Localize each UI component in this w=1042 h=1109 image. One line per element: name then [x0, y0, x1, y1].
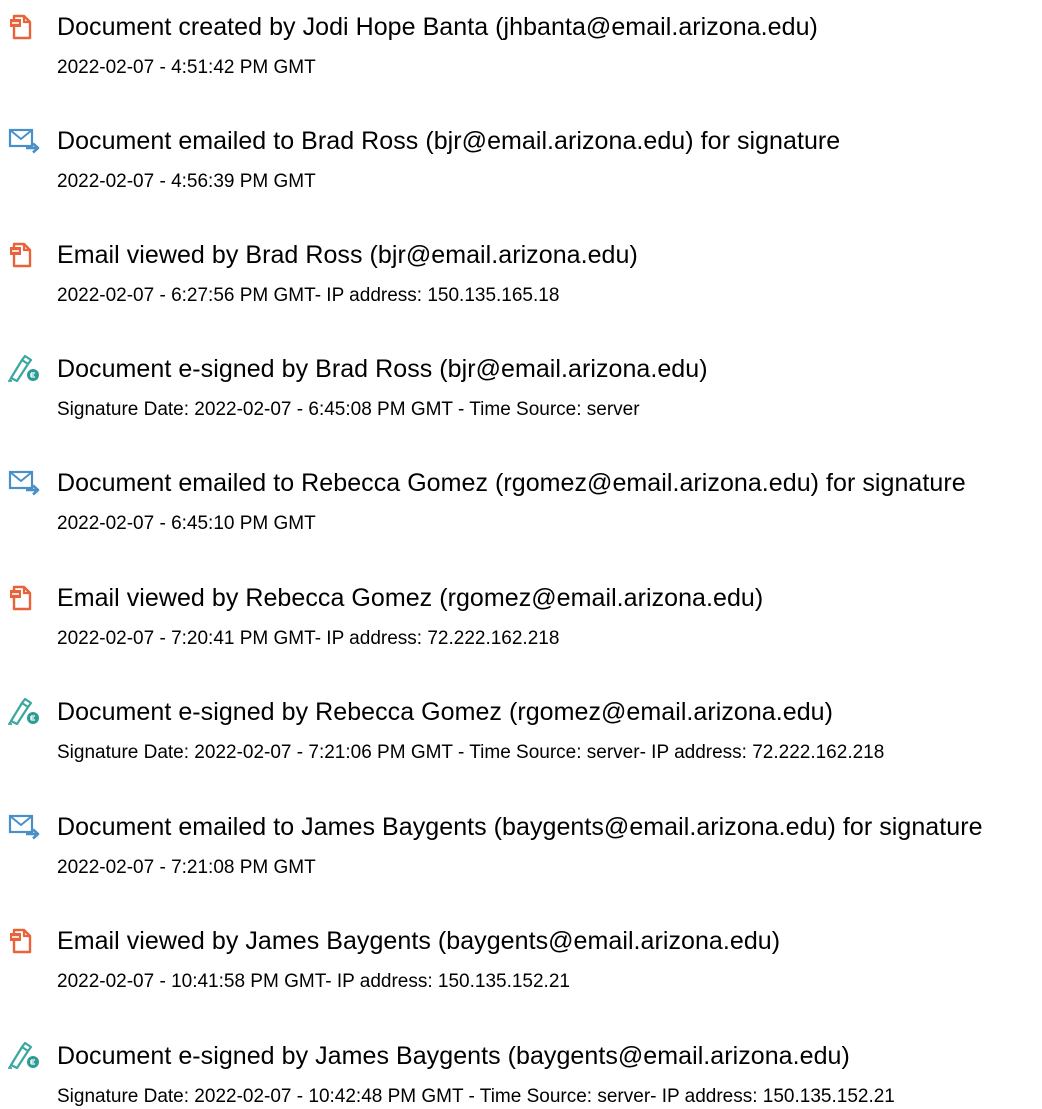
email-icon: [8, 126, 40, 154]
document-icon: [8, 240, 40, 268]
event-timestamp: 2022-02-07 - 7:21:08 PM GMT: [57, 857, 316, 878]
audit-event: Document emailed to James Baygents (bayg…: [0, 800, 1042, 910]
event-title: Email viewed by Rebecca Gomez (rgomez@em…: [57, 584, 764, 612]
event-title: Document e-signed by Rebecca Gomez (rgom…: [57, 698, 833, 726]
event-title: Document emailed to James Baygents (bayg…: [57, 813, 983, 841]
event-timestamp: 2022-02-07 - 4:56:39 PM GMT: [57, 171, 316, 192]
audit-event: Document created by Jodi Hope Banta (jhb…: [0, 0, 1042, 110]
event-title: Email viewed by James Baygents (baygents…: [57, 927, 781, 955]
event-title: Document e-signed by James Baygents (bay…: [57, 1042, 850, 1070]
event-timestamp: 2022-02-07 - 7:20:41 PM GMT- IP address:…: [57, 628, 560, 649]
event-title: Email viewed by Brad Ross (bjr@email.ari…: [57, 241, 638, 269]
audit-event: Document emailed to Brad Ross (bjr@email…: [0, 114, 1042, 224]
event-title: Document created by Jodi Hope Banta (jhb…: [57, 13, 818, 41]
event-title: Document emailed to Rebecca Gomez (rgome…: [57, 469, 966, 497]
audit-event: Email viewed by James Baygents (baygents…: [0, 914, 1042, 1024]
event-timestamp: 2022-02-07 - 10:41:58 PM GMT- IP address…: [57, 971, 570, 992]
event-title: Document emailed to Brad Ross (bjr@email…: [57, 127, 841, 155]
document-icon: [8, 12, 40, 40]
event-title: Document e-signed by Brad Ross (bjr@emai…: [57, 355, 708, 383]
event-timestamp: 2022-02-07 - 6:45:10 PM GMT: [57, 513, 316, 534]
signed-icon: [8, 1041, 40, 1069]
email-icon: [8, 468, 40, 496]
document-icon: [8, 583, 40, 611]
audit-event: Document e-signed by James Baygents (bay…: [0, 1029, 1042, 1109]
signed-icon: [8, 697, 40, 725]
event-timestamp: 2022-02-07 - 6:27:56 PM GMT- IP address:…: [57, 285, 560, 306]
audit-event: Email viewed by Rebecca Gomez (rgomez@em…: [0, 571, 1042, 681]
document-icon: [8, 926, 40, 954]
event-timestamp: Signature Date: 2022-02-07 - 7:21:06 PM …: [57, 742, 885, 763]
audit-event: Document emailed to Rebecca Gomez (rgome…: [0, 456, 1042, 566]
audit-event: Document e-signed by Rebecca Gomez (rgom…: [0, 685, 1042, 795]
event-timestamp: Signature Date: 2022-02-07 - 10:42:48 PM…: [57, 1086, 895, 1107]
email-icon: [8, 812, 40, 840]
signed-icon: [8, 354, 40, 382]
audit-event: Document e-signed by Brad Ross (bjr@emai…: [0, 342, 1042, 452]
event-timestamp: Signature Date: 2022-02-07 - 6:45:08 PM …: [57, 399, 640, 420]
event-timestamp: 2022-02-07 - 4:51:42 PM GMT: [57, 57, 316, 78]
audit-event: Email viewed by Brad Ross (bjr@email.ari…: [0, 228, 1042, 338]
audit-event-list: Document created by Jodi Hope Banta (jhb…: [0, 0, 1042, 1109]
